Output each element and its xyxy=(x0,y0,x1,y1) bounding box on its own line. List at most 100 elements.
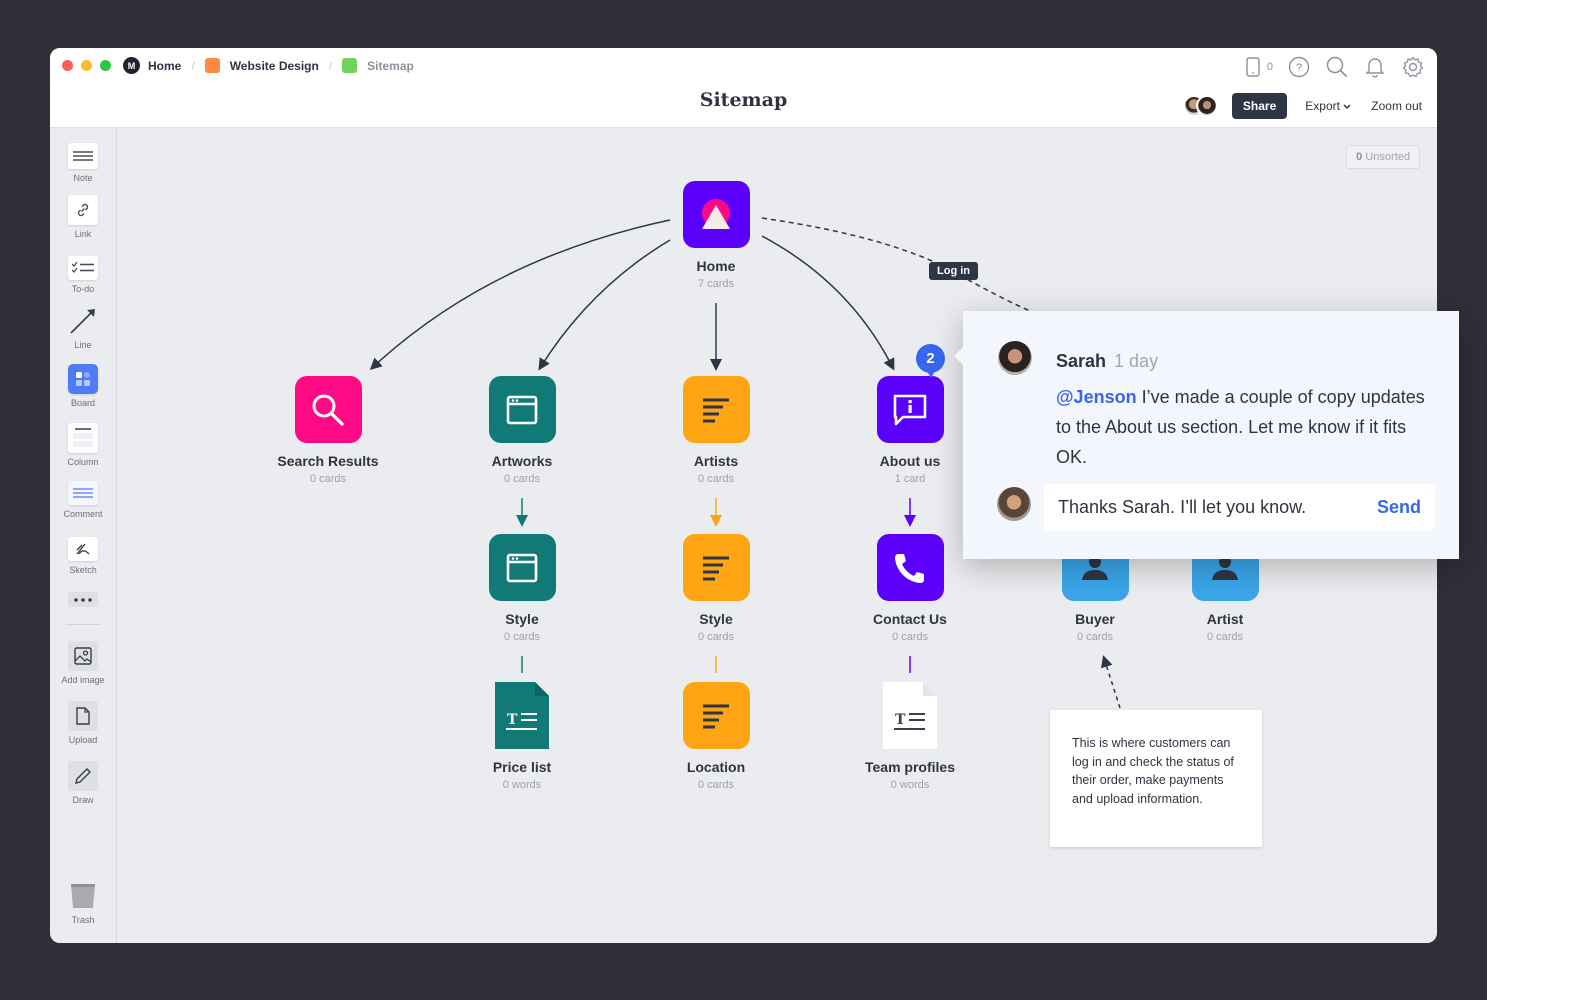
unsorted-button[interactable]: 0 Unsorted xyxy=(1346,145,1420,169)
board-contact-us[interactable]: Contact Us 0 cards xyxy=(845,534,975,643)
board-icon xyxy=(68,364,98,394)
more-icon xyxy=(68,592,98,607)
doc-name: Price list xyxy=(492,759,552,775)
reply-input-value[interactable]: Thanks Sarah. I’ll let you know. xyxy=(1058,497,1306,518)
comment-count-badge[interactable]: 2 xyxy=(916,344,945,378)
board-name: Search Results xyxy=(277,453,379,469)
collaborator-avatars[interactable] xyxy=(1182,95,1218,117)
svg-text:T: T xyxy=(895,712,906,728)
tool-more[interactable] xyxy=(50,592,116,607)
board-color-icon xyxy=(342,58,358,73)
board-meta: 0 cards xyxy=(503,473,541,485)
note-icon xyxy=(68,143,98,169)
doc-price-list[interactable]: T Price list 0 words xyxy=(457,682,587,791)
tool-label: Comment xyxy=(63,509,103,519)
image-icon xyxy=(68,641,98,671)
doc-team-profiles[interactable]: T Team profiles 0 words xyxy=(845,682,975,791)
tool-label: Draw xyxy=(72,795,94,805)
board-style-artists[interactable]: Style 0 cards xyxy=(651,534,781,643)
board-home[interactable]: Home 7 cards xyxy=(651,181,781,290)
tool-upload[interactable]: Upload xyxy=(50,701,116,745)
comment-mention[interactable]: @Jenson xyxy=(1056,387,1137,407)
breadcrumb-sitemap: Sitemap xyxy=(367,58,414,73)
tool-board[interactable]: Board xyxy=(50,364,116,408)
export-menu[interactable]: Export xyxy=(1305,99,1351,113)
connector-home-login xyxy=(761,217,1036,314)
board-artists[interactable]: Artists 0 cards xyxy=(651,376,781,485)
column-icon xyxy=(68,423,98,453)
breadcrumb-website-design[interactable]: Website Design xyxy=(230,59,319,73)
note-card[interactable]: This is where customers can log in and c… xyxy=(1050,710,1262,847)
board-location[interactable]: Location 0 cards xyxy=(651,682,781,791)
text-lines-icon xyxy=(682,376,750,443)
send-button[interactable]: Send xyxy=(1377,497,1421,518)
board-name: Style xyxy=(505,611,539,627)
doc-meta: 0 words xyxy=(890,779,930,791)
tool-label: Sketch xyxy=(69,565,97,575)
close-window-button[interactable] xyxy=(62,60,73,71)
milanote-logo-icon: M xyxy=(123,57,140,74)
tool-label: Link xyxy=(74,229,92,239)
tools-sidebar: Note Link To-do Line Board Column Commen… xyxy=(50,129,117,943)
board-about-us[interactable]: About us 1 card xyxy=(845,376,975,485)
tool-note[interactable]: Note xyxy=(50,143,116,183)
comment-body: @Jenson I’ve made a couple of copy updat… xyxy=(1056,382,1436,472)
document-icon: T xyxy=(883,682,937,749)
tool-todo[interactable]: To-do xyxy=(50,256,116,294)
upload-icon xyxy=(68,701,98,731)
connector-home-search xyxy=(369,219,671,371)
board-meta: 1 card xyxy=(894,473,926,485)
minimize-window-button[interactable] xyxy=(81,60,92,71)
tool-label: Trash xyxy=(71,915,95,925)
top-actions: Share Export Zoom out xyxy=(1182,93,1422,119)
phone-icon xyxy=(876,534,944,601)
maximize-window-button[interactable] xyxy=(100,60,111,71)
board-color-icon xyxy=(204,58,220,73)
search-icon[interactable] xyxy=(1325,55,1349,79)
avatar[interactable] xyxy=(1195,95,1218,117)
tool-line[interactable]: Line xyxy=(50,306,116,350)
tool-label: Note xyxy=(73,173,93,183)
tool-trash[interactable]: Trash xyxy=(50,881,116,925)
comment-author: Sarah xyxy=(1056,351,1107,371)
tool-label: Column xyxy=(67,457,99,467)
avatar-current-user xyxy=(997,487,1031,521)
doc-meta: 0 words xyxy=(502,779,542,791)
tool-comment[interactable]: Comment xyxy=(50,481,116,519)
breadcrumb: M Home / Website Design / Sitemap xyxy=(123,57,414,74)
tool-label: Upload xyxy=(68,735,98,745)
connector-note-buyer xyxy=(1101,655,1121,709)
doc-name: Team profiles xyxy=(865,759,955,775)
reply-input[interactable]: Thanks Sarah. I’ll let you know. Send xyxy=(1044,484,1435,531)
board-search-results[interactable]: Search Results 0 cards xyxy=(263,376,393,485)
board-style-artworks[interactable]: Style 0 cards xyxy=(457,534,587,643)
tool-draw[interactable]: Draw xyxy=(50,761,116,805)
zoom-out-button[interactable]: Zoom out xyxy=(1371,99,1422,113)
connector-label-login[interactable]: Log in xyxy=(929,262,978,280)
board-meta: 0 cards xyxy=(697,779,735,791)
browser-window-icon xyxy=(488,376,556,443)
settings-gear-icon[interactable] xyxy=(1401,55,1425,79)
notifications-bell-icon[interactable] xyxy=(1363,55,1387,79)
board-artworks[interactable]: Artworks 0 cards xyxy=(457,376,587,485)
connector-home-about xyxy=(761,235,895,371)
comment-icon xyxy=(68,481,98,505)
chevron-down-icon xyxy=(1343,104,1351,110)
help-icon[interactable]: ? xyxy=(1287,55,1311,79)
info-speech-bubble-icon xyxy=(876,376,944,443)
board-meta: 0 cards xyxy=(1206,631,1244,643)
tool-label: Line xyxy=(74,340,92,350)
sidebar-divider xyxy=(66,624,100,625)
tool-sketch[interactable]: Sketch xyxy=(50,537,116,575)
mobile-device-icon[interactable] xyxy=(1241,55,1265,79)
todo-icon xyxy=(68,256,98,280)
unsorted-label: Unsorted xyxy=(1365,151,1410,163)
board-name: About us xyxy=(879,453,941,469)
tool-column[interactable]: Column xyxy=(50,423,116,467)
board-name: Buyer xyxy=(1075,611,1115,627)
tool-add-image[interactable]: Add image xyxy=(50,641,116,685)
tool-link[interactable]: Link xyxy=(50,195,116,239)
breadcrumb-home[interactable]: Home xyxy=(148,59,181,73)
share-button[interactable]: Share xyxy=(1231,93,1288,119)
browser-window-icon xyxy=(488,534,556,601)
